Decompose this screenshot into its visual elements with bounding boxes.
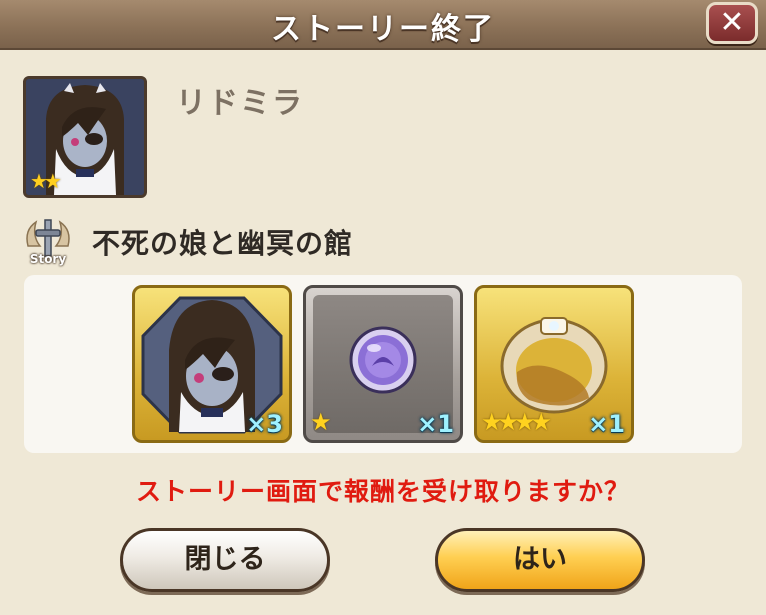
story-title: 不死の娘と幽冥の館 [92, 227, 354, 260]
close-button[interactable]: ✕ [706, 2, 758, 44]
reward-item-orb[interactable]: ★ ×1 [303, 285, 463, 443]
reward-stars: ★ [310, 408, 331, 436]
reward-item-ring[interactable]: ★★★★ ×1 [474, 285, 634, 443]
reward-stars: ★★★★ [481, 408, 552, 436]
reward-quantity: ×1 [417, 410, 454, 438]
dialog-title: ストーリー終了 [271, 12, 495, 47]
confirmation-prompt: ストーリー画面で報酬を受け取りますか？ [135, 477, 630, 506]
yes-button-label: はい [513, 544, 567, 575]
rarity-stars: ★★ [30, 169, 62, 193]
character-portrait[interactable]: ★★ [23, 76, 147, 198]
reward-item-character[interactable]: ×3 [132, 285, 292, 443]
reward-quantity: ×1 [588, 410, 625, 438]
dialog-header: ストーリー終了 ✕ [0, 0, 766, 50]
close-button-label: 閉じる [184, 544, 266, 575]
close-x-icon: ✕ [719, 5, 745, 40]
close-dialog-button[interactable]: 閉じる [120, 528, 330, 592]
yes-button[interactable]: はい [435, 528, 645, 592]
character-name: リドミラ [176, 86, 304, 121]
story-emblem-label: Story [29, 252, 67, 266]
reward-quantity: ×3 [246, 410, 283, 438]
